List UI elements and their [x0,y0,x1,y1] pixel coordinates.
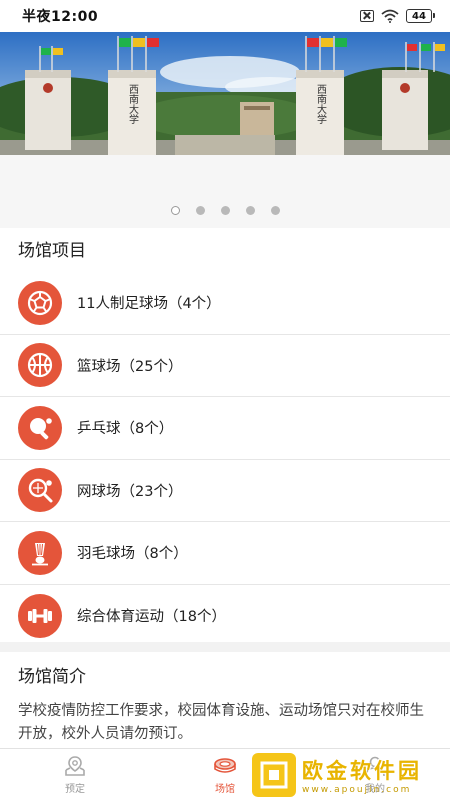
campus-gate-photo: 西南大学 西南大学 [0,32,450,155]
watermark: 欧金软件园 www.apoujin.com [252,750,450,800]
basketball-icon [18,343,62,388]
venue-item-tennis[interactable]: 网球场（23个） [0,460,450,522]
banner-carousel[interactable]: 西南大学 西南大学 [0,32,450,228]
soccer-ball-icon [18,280,62,325]
carousel-dot[interactable] [245,206,255,215]
ping-pong-icon [18,405,62,450]
tab-label: 预定 [65,783,85,795]
venue-section-title: 场馆项目 [18,241,86,261]
venue-list: 11人制足球场（4个） 篮球场（25个） 乒乓球（8个） 网球场（23个） 羽毛… [0,272,450,647]
badminton-icon [18,530,62,575]
tab-reserve[interactable]: 预定 [0,749,150,800]
status-time: 半夜12:00 [22,9,99,25]
svg-text:西南大学: 西南大学 [127,84,139,124]
watermark-text: 欧金软件园 www.apoujin.com [302,755,422,795]
venue-label: 篮球场（25个） [77,358,183,375]
venue-label: 综合体育运动（18个） [77,609,226,626]
battery-icon: 44 [406,9,435,23]
dumbbell-icon [18,593,62,638]
carousel-dot[interactable] [195,206,205,215]
carousel-dot[interactable] [220,206,230,215]
carousel-dot[interactable] [270,206,280,215]
wifi-icon [381,9,399,23]
venue-item-general-sports[interactable]: 综合体育运动（18个） [0,585,450,648]
carousel-indicator [0,206,450,215]
tab-label: 场馆 [215,783,235,795]
intro-section: 场馆简介 学校疫情防控工作要求，校园体育设施、运动场馆只对在校师生开放，校外人员… [0,652,450,748]
carousel-dot[interactable] [170,206,180,215]
venue-item-ping-pong[interactable]: 乒乓球（8个） [0,397,450,460]
venue-label: 乒乓球（8个） [77,421,174,438]
venue-item-soccer[interactable]: 11人制足球场（4个） [0,272,450,335]
status-icons: 44 [360,9,435,23]
venue-item-basketball[interactable]: 篮球场（25个） [0,335,450,397]
intro-text: 学校疫情防控工作要求，校园体育设施、运动场馆只对在校师生开放，校外人员请勿预订。 [18,703,424,742]
no-sim-icon [360,10,374,22]
venue-label: 羽毛球场（8个） [77,546,188,563]
status-bar: 半夜12:00 44 [0,0,450,32]
venue-label: 11人制足球场（4个） [77,296,221,313]
tennis-icon [18,468,62,513]
venue-label: 网球场（23个） [77,483,183,500]
watermark-url: www.apoujin.com [302,785,412,795]
svg-text:西南大学: 西南大学 [315,84,327,124]
watermark-title: 欧金软件园 [302,759,422,783]
venue-section: 场馆项目 11人制足球场（4个） 篮球场（25个） 乒乓球（8个） 网球场（23… [0,228,450,642]
stadium-icon [214,757,236,773]
venue-item-badminton[interactable]: 羽毛球场（8个） [0,522,450,585]
watermark-logo-icon [252,753,296,797]
intro-title: 场馆简介 [18,667,86,687]
reserve-icon [65,755,85,776]
